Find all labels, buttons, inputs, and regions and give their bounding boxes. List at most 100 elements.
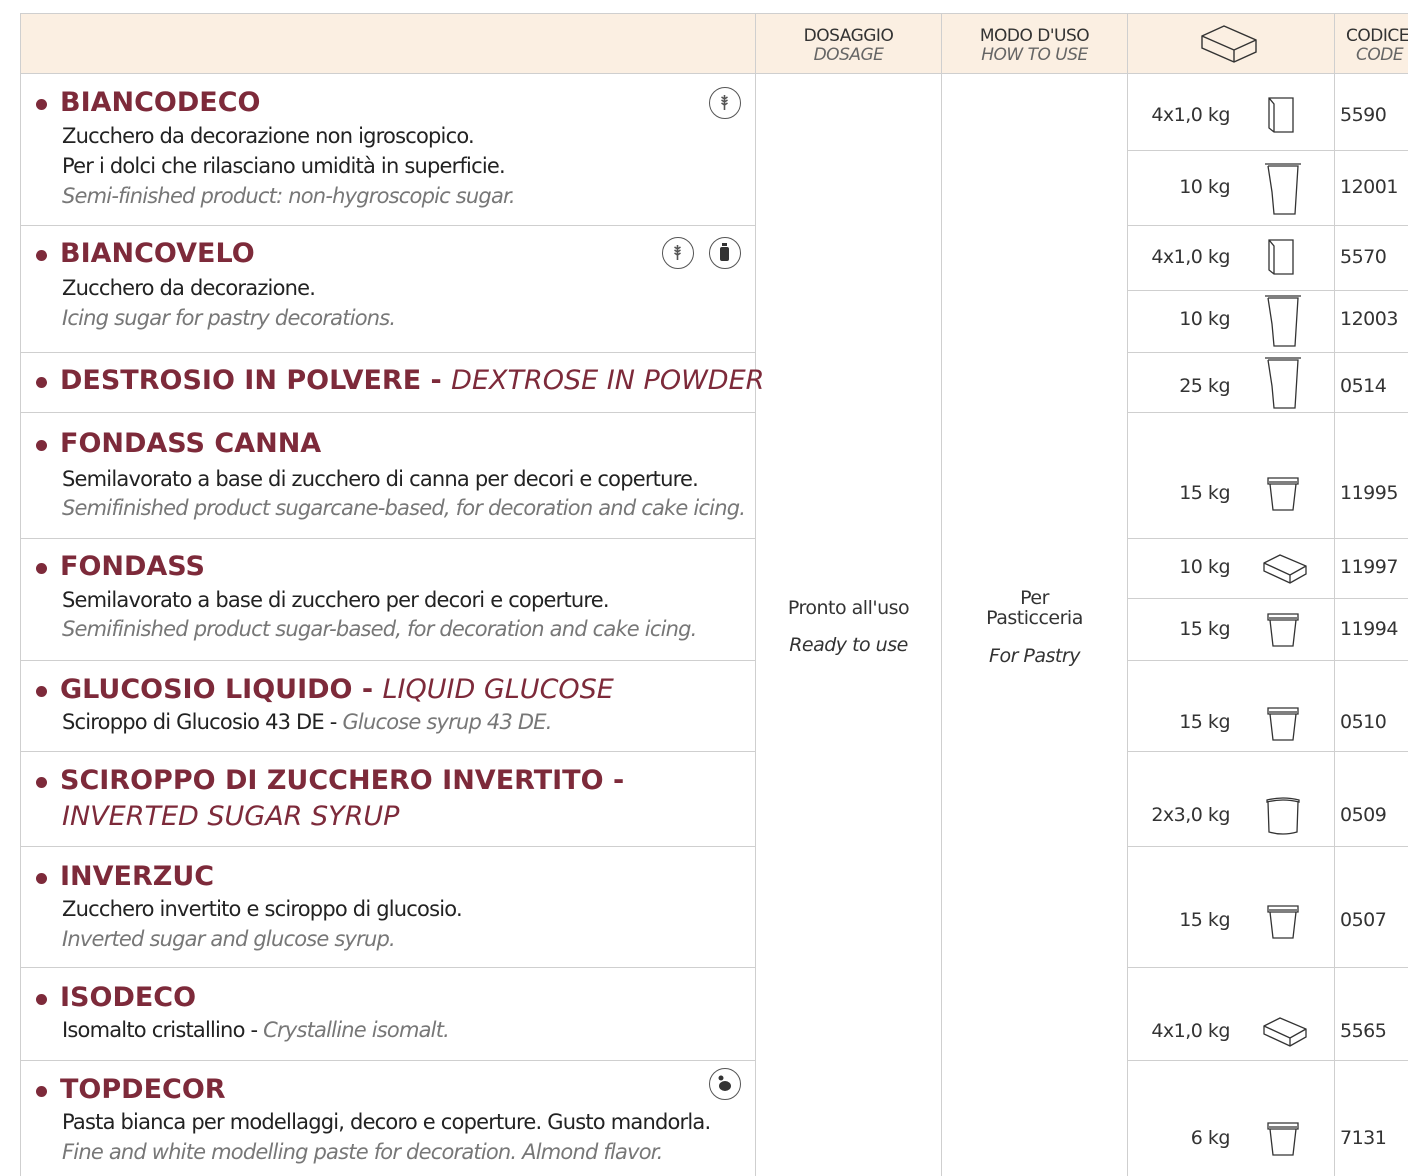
header-dosage: DOSAGGIO DOSAGE [756,27,941,65]
rule [1127,538,1408,539]
product-code: 7131 [1340,1127,1387,1149]
rule [20,73,1408,74]
bucket-icon [1266,904,1300,944]
pack-weight: 2x3,0 kg [1151,804,1230,826]
bullet [36,686,47,697]
product-name: SCIROPPO DI ZUCCHERO INVERTITO - [60,765,625,796]
header-dosage-en: DOSAGE [813,45,884,65]
bucket-icon [1266,476,1300,516]
rule [1127,352,1408,353]
bag-large-icon [1264,294,1302,352]
product-desc: Sciroppo di Glucosio 43 DE - Glucose syr… [62,710,552,734]
header-code-en: CODE [1356,45,1404,65]
package-header-icon [1198,22,1260,70]
bottle-icon [709,237,741,269]
product-desc-it: Pasta bianca per modellaggi, decoro e co… [62,1110,711,1134]
pack-weight: 15 kg [1179,711,1230,733]
product-name-it: GLUCOSIO LIQUIDO - [60,674,383,705]
product-name-en: INVERTED SUGAR SYRUP [62,801,400,832]
product-desc-it: Semilavorato a base di zucchero per deco… [62,588,610,612]
rule [20,846,756,847]
product-name: FONDASS [60,551,205,582]
bullet [36,1086,47,1097]
bucket-icon [1266,1121,1300,1161]
rule [1127,1060,1408,1061]
pack-weight: 10 kg [1179,556,1230,578]
rule [20,660,756,661]
product-name: TOPDECOR [60,1074,226,1105]
usage-it-1: Per [1020,587,1049,609]
bullet [36,777,47,788]
rule [1127,660,1408,661]
rule [20,1060,756,1061]
rule [1127,13,1128,1176]
rule [1127,150,1408,151]
dosage-en: Ready to use [789,634,908,656]
product-desc-en: Semi-finished product: non-hygroscopic s… [62,184,516,208]
rule [20,967,756,968]
bullet [36,377,47,388]
usage-value: Per Pasticceria For Pastry [942,588,1127,666]
product-desc-en: Glucose syrup 43 DE. [342,710,552,734]
product-name: FONDASS CANNA [60,428,322,459]
product-desc-en: Fine and white modelling paste for decor… [62,1140,663,1164]
rule [1127,967,1408,968]
pack-weight: 15 kg [1179,909,1230,931]
rule [20,13,1408,14]
pack-weight: 10 kg [1179,176,1230,198]
dosage-it: Pronto all'uso [787,597,910,619]
product-desc-it: Zucchero invertito e sciroppo di glucosi… [62,897,463,921]
product-code: 0507 [1340,909,1387,931]
wheat-icon [662,237,694,269]
bullet [36,440,47,451]
bucket-icon [1266,612,1300,652]
product-desc-en: Icing sugar for pastry decorations. [62,306,396,330]
product-desc-en: Semifinished product sugarcane-based, fo… [62,496,746,520]
header-code-it: CODICE [1346,26,1408,46]
bag-large-icon [1264,162,1302,220]
pack-weight: 15 kg [1179,482,1230,504]
rule [20,538,756,539]
product-desc-it: Per i dolci che rilasciano umidità in su… [62,154,506,178]
rule [1334,13,1335,1176]
product-code: 11997 [1340,556,1398,578]
product-code: 5565 [1340,1020,1387,1042]
header-usage-it: MODO D'USO [979,26,1090,46]
pack-weight: 15 kg [1179,618,1230,640]
product-name: GLUCOSIO LIQUIDO - LIQUID GLUCOSE [60,674,614,705]
bullet [36,873,47,884]
box-icon [1262,1016,1308,1052]
product-name: DESTROSIO IN POLVERE - DEXTROSE IN POWDE… [60,365,764,396]
rule [1127,846,1408,847]
product-name-en: LIQUID GLUCOSE [382,674,614,705]
product-name: INVERZUC [60,861,215,892]
rule [20,751,756,752]
wheat-icon [709,87,741,119]
rule [20,352,756,353]
pack-weight: 4x1,0 kg [1151,104,1230,126]
product-desc-en: Semifinished product sugar-based, for de… [62,617,697,641]
product-name: ISODECO [60,982,197,1013]
bullet [36,250,47,261]
product-code: 5590 [1340,104,1387,126]
bullet [36,563,47,574]
product-desc-it: Zucchero da decorazione non igroscopico. [62,124,475,148]
bullet [36,99,47,110]
product-name-en: DEXTROSE IN POWDER [451,365,765,396]
product-desc-it: Semilavorato a base di zucchero di canna… [62,467,699,491]
product-desc-it: Zucchero da decorazione. [62,276,316,300]
rule [20,412,756,413]
rule [1127,290,1408,291]
bag-large-icon [1264,356,1302,414]
pack-weight: 4x1,0 kg [1151,1020,1230,1042]
product-name-it: DESTROSIO IN POLVERE - [60,365,452,396]
dosage-value: Pronto all'uso Ready to use [756,597,941,656]
rule [1127,225,1408,226]
product-code: 0510 [1340,711,1387,733]
pack-weight: 25 kg [1179,375,1230,397]
product-code: 12001 [1340,176,1398,198]
product-desc-en: Crystalline isomalt. [263,1018,450,1042]
header-code: CODICE CODE [1346,27,1408,65]
product-code: 12003 [1340,308,1398,330]
product-code: 0509 [1340,804,1387,826]
